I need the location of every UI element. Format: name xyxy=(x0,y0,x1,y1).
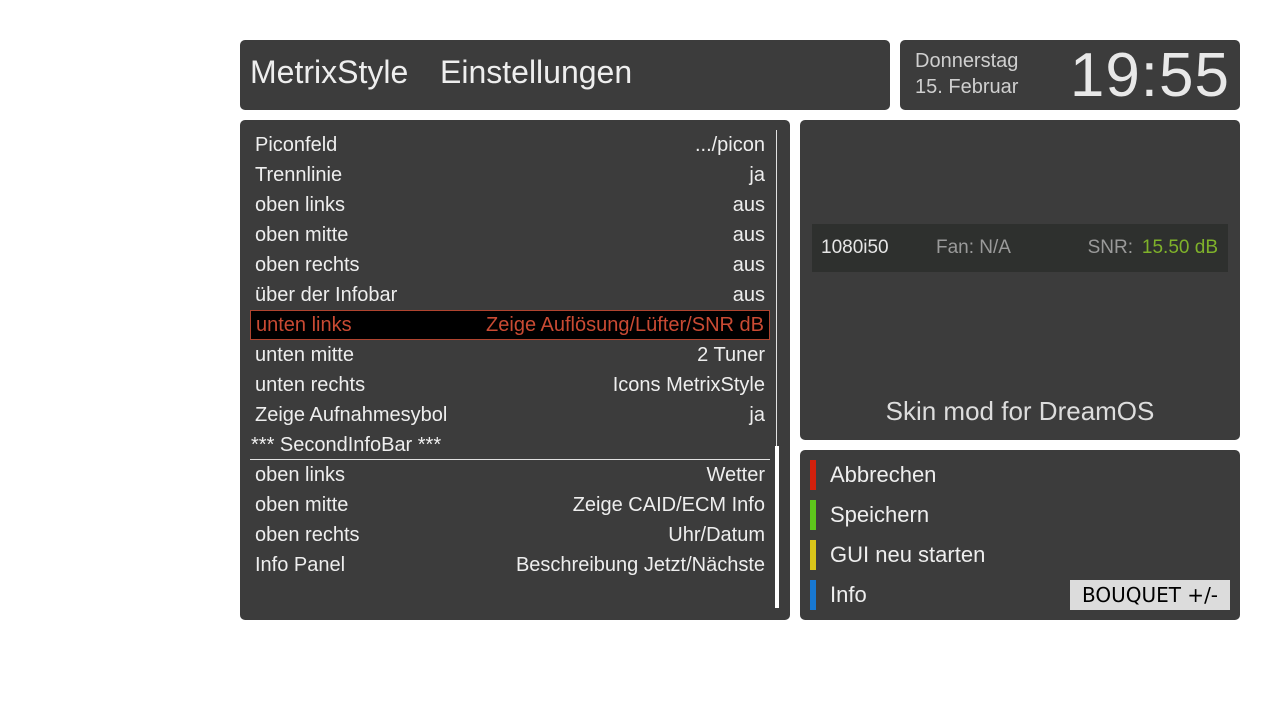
red-button-cancel[interactable]: Abbrechen xyxy=(810,460,1110,490)
setting-label: oben mitte xyxy=(255,224,349,246)
setting-row-ueber-der-infobar[interactable]: über der Infobar aus xyxy=(250,280,770,310)
setting-value: ja xyxy=(749,404,765,426)
resolution-text: 1080i50 xyxy=(821,237,889,258)
setting-value: Icons MetrixStyle xyxy=(612,374,765,396)
setting-label: Piconfeld xyxy=(255,134,338,156)
setting-row-piconfeld[interactable]: Piconfeld .../picon xyxy=(250,130,770,160)
green-button-save[interactable]: Speichern xyxy=(810,500,1110,530)
green-key-indicator xyxy=(810,500,816,530)
bouquet-button[interactable]: BOUQUET +/- xyxy=(1070,580,1230,610)
setting-row-oben-links[interactable]: oben links aus xyxy=(250,190,770,220)
setting-value: Uhr/Datum xyxy=(668,524,765,546)
setting-row-aufnahmesymbol[interactable]: Zeige Aufnahmesybol ja xyxy=(250,400,770,430)
setting-value: 2 Tuner xyxy=(697,344,765,366)
setting-row-unten-links-selected[interactable]: unten links Zeige Auflösung/Lüfter/SNR d… xyxy=(250,310,770,340)
save-label: Speichern xyxy=(830,502,930,527)
setting-label: unten mitte xyxy=(255,344,354,366)
setting-value: aus xyxy=(732,254,765,276)
red-key-indicator xyxy=(810,460,816,490)
setting-label: unten links xyxy=(256,314,352,336)
blue-key-indicator xyxy=(810,580,816,610)
preview-panel: 1080i50 Fan: N/A SNR: 15.50 dB Skin mod … xyxy=(800,120,1240,440)
setting-value: aus xyxy=(732,224,765,246)
setting-label: oben rechts xyxy=(255,524,360,546)
yellow-button-restart-gui[interactable]: GUI neu starten xyxy=(810,540,1110,570)
skin-caption: Skin mod for DreamOS xyxy=(885,396,1155,426)
setting-row-second-oben-links[interactable]: oben links Wetter xyxy=(250,460,770,490)
setting-row-unten-mitte[interactable]: unten mitte 2 Tuner xyxy=(250,340,770,370)
setting-label: oben mitte xyxy=(255,494,349,516)
color-buttons-panel: Abbrechen Speichern GUI neu starten Info… xyxy=(800,450,1240,620)
setting-row-oben-rechts[interactable]: oben rechts aus xyxy=(250,250,770,280)
snr-value: 15.50 dB xyxy=(1141,237,1218,258)
yellow-key-indicator xyxy=(810,540,816,570)
scrollbar-thumb[interactable] xyxy=(775,446,779,608)
info-label: Info xyxy=(830,582,867,607)
setting-label: Trennlinie xyxy=(255,164,343,186)
weekday: Donnerstag xyxy=(915,50,1019,72)
snr-label: SNR: xyxy=(1087,237,1133,258)
clock-panel: Donnerstag 15. Februar 19:55 xyxy=(900,40,1240,110)
setting-row-unten-rechts[interactable]: unten rechts Icons MetrixStyle xyxy=(250,370,770,400)
setting-value: Beschreibung Jetzt/Nächste xyxy=(515,554,765,576)
setting-value: .../picon xyxy=(694,134,765,156)
setting-value: Wetter xyxy=(706,464,765,486)
blue-button-info[interactable]: Info xyxy=(810,580,1110,610)
setting-value: ja xyxy=(749,164,765,186)
setting-label: oben links xyxy=(255,194,346,216)
cancel-label: Abbrechen xyxy=(830,462,937,487)
setting-label: oben rechts xyxy=(255,254,360,276)
setting-row-info-panel[interactable]: Info Panel Beschreibung Jetzt/Nächste xyxy=(250,550,770,580)
setting-row-trennlinie[interactable]: Trennlinie ja xyxy=(250,160,770,190)
setting-row-second-oben-mitte[interactable]: oben mitte Zeige CAID/ECM Info xyxy=(250,490,770,520)
setting-row-oben-mitte[interactable]: oben mitte aus xyxy=(250,220,770,250)
setting-row-second-oben-rechts[interactable]: oben rechts Uhr/Datum xyxy=(250,520,770,550)
setting-label: Zeige Aufnahmesybol xyxy=(255,404,448,426)
settings-list: Piconfeld .../picon Trennlinie ja oben l… xyxy=(240,120,790,620)
section-header-secondinfobar: *** SecondInfoBar *** xyxy=(250,430,770,460)
setting-value: Zeige CAID/ECM Info xyxy=(572,494,765,516)
restart-gui-label: GUI neu starten xyxy=(830,542,986,567)
infobar-preview: 1080i50 Fan: N/A SNR: 15.50 dB xyxy=(812,224,1228,272)
setting-label: unten rechts xyxy=(255,374,366,396)
title-panel: MetrixStyle Einstellungen xyxy=(240,40,890,110)
section-label: *** SecondInfoBar *** xyxy=(251,434,442,456)
clock-time: 19:55 xyxy=(1069,41,1230,110)
setting-label: über der Infobar xyxy=(255,284,398,306)
date: 15. Februar xyxy=(915,76,1019,98)
setting-value: Zeige Auflösung/Lüfter/SNR dB xyxy=(486,314,764,336)
screen-title: Einstellungen xyxy=(440,54,633,90)
setting-label: oben links xyxy=(255,464,346,486)
setting-value: aus xyxy=(732,194,765,216)
app-name: MetrixStyle xyxy=(250,54,409,90)
setting-label: Info Panel xyxy=(255,554,346,576)
fan-text: Fan: N/A xyxy=(936,237,1011,258)
setting-value: aus xyxy=(732,284,765,306)
